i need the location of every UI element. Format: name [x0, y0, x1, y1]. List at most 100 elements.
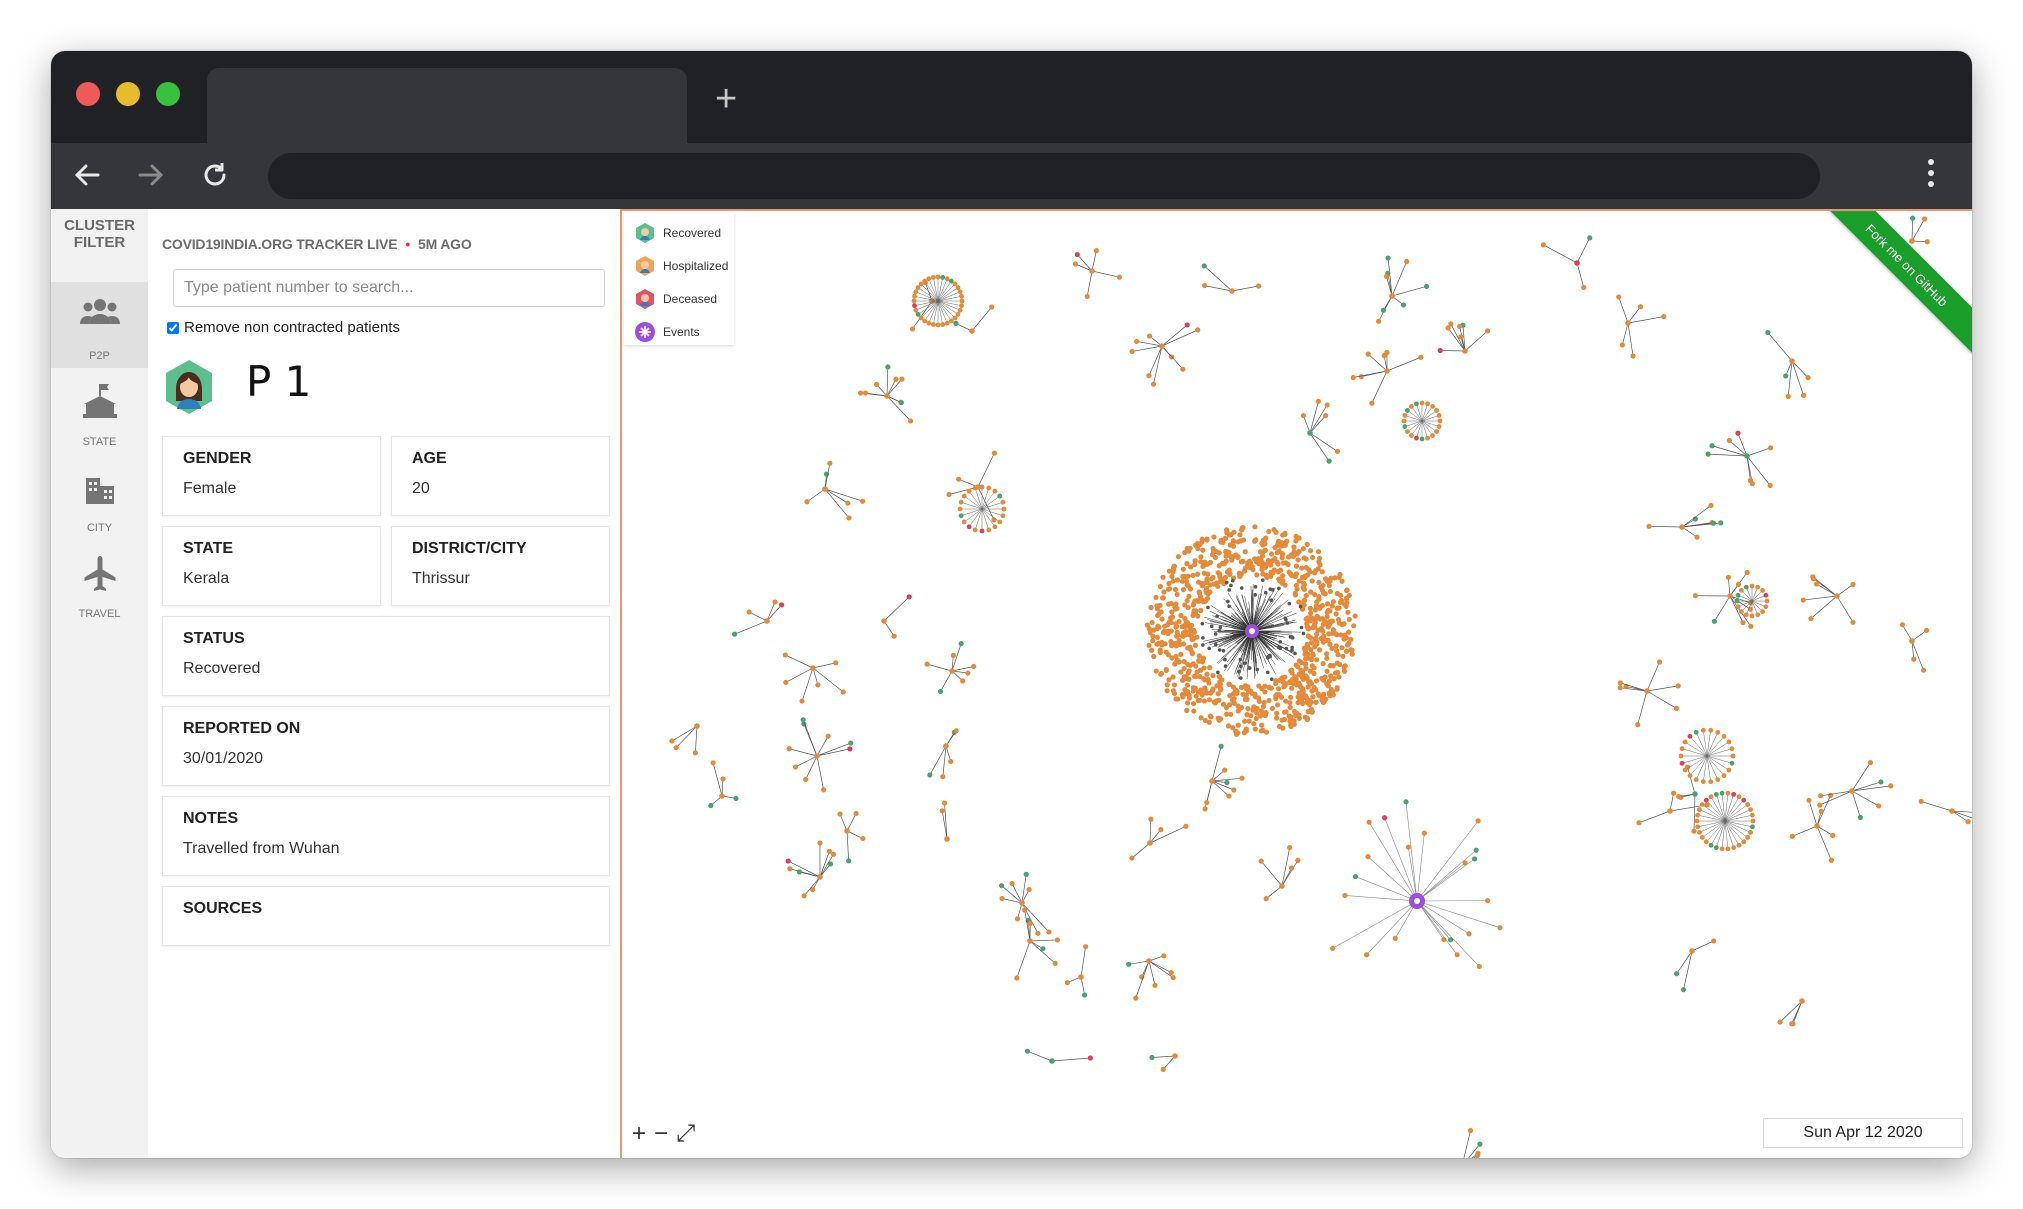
filter-state[interactable]: STATE	[51, 368, 148, 454]
graph-node	[1694, 818, 1700, 824]
graph-node	[1484, 898, 1491, 904]
age-value: 20	[412, 480, 430, 497]
remove-non-contracted-checkbox[interactable]: Remove non contracted patients	[167, 319, 400, 336]
graph-node	[1246, 718, 1252, 724]
zoom-in-button[interactable]: +	[632, 1120, 646, 1148]
graph-node	[1342, 892, 1348, 899]
active-tab[interactable]	[207, 68, 687, 143]
graph-node	[1052, 960, 1058, 967]
reload-button[interactable]	[195, 155, 235, 195]
source-label[interactable]: COVID19INDIA.ORG TRACKER LIVE	[162, 236, 398, 252]
graph-node	[1064, 979, 1071, 986]
graph-edge	[1148, 345, 1163, 376]
graph-node	[827, 460, 833, 466]
address-bar[interactable]	[268, 153, 1820, 199]
graph-node	[1699, 802, 1705, 807]
graph-edge	[1132, 345, 1163, 352]
network-graph-canvas[interactable]	[622, 211, 1972, 1158]
graph-edge	[1416, 833, 1425, 902]
graph-node	[1333, 611, 1339, 617]
maximize-window-button[interactable]	[156, 82, 180, 106]
new-tab-button[interactable]: +	[715, 79, 737, 119]
graph-node	[1789, 1021, 1795, 1027]
graph-node	[1748, 623, 1754, 629]
graph-node	[1763, 592, 1769, 598]
graph-edge	[1077, 254, 1093, 272]
graph-node	[909, 326, 916, 332]
graph-edge	[1816, 583, 1838, 597]
page-content: CLUSTER FILTER P2P STATE CITY TRAVEL COV…	[51, 209, 1972, 1158]
district-value: Thrissur	[412, 570, 470, 587]
graph-edge	[1681, 755, 1708, 764]
arrow-right-icon	[138, 164, 164, 186]
graph-node	[1162, 623, 1168, 629]
graph-node	[1180, 587, 1187, 593]
graph-node	[1082, 944, 1089, 950]
graph-node	[1458, 334, 1464, 340]
graph-node	[733, 795, 739, 801]
graph-node	[1276, 548, 1282, 554]
network-graph[interactable]: Recovered Hospitalized Deceased Events F…	[620, 209, 1972, 1158]
graph-edge	[1161, 345, 1184, 370]
graph-node	[1224, 779, 1230, 786]
graph-node	[1269, 677, 1274, 682]
graph-node	[957, 307, 963, 313]
sources-card: SOURCES	[162, 886, 610, 946]
graph-node	[1462, 348, 1468, 354]
graph-legend: Recovered Hospitalized Deceased Events	[624, 213, 734, 345]
deceased-patient-icon	[636, 289, 654, 309]
graph-node	[1319, 616, 1325, 622]
graph-node	[1726, 767, 1732, 773]
patient-search-input[interactable]	[173, 269, 605, 307]
graph-node	[943, 743, 949, 749]
filter-p2p[interactable]: P2P	[51, 282, 148, 368]
graph-node	[1402, 413, 1408, 418]
graph-edge	[1724, 809, 1751, 822]
graph-node	[1054, 937, 1060, 943]
graph-node	[1146, 958, 1152, 964]
graph-node	[772, 599, 778, 605]
graph-node	[1152, 982, 1158, 988]
graph-node	[1365, 854, 1371, 860]
graph-node	[1675, 793, 1682, 800]
graph-node	[1636, 820, 1642, 826]
browser-menu-button[interactable]	[1928, 159, 1934, 192]
graph-node	[913, 307, 919, 313]
patient-name: P 1	[246, 357, 312, 406]
graph-edge	[812, 662, 836, 669]
graph-node	[1154, 603, 1160, 609]
graph-node	[1335, 669, 1341, 676]
filter-checkbox[interactable]	[167, 321, 179, 334]
close-window-button[interactable]	[76, 82, 100, 106]
graph-edge	[1646, 685, 1679, 692]
graph-node	[1184, 561, 1190, 567]
graph-node	[1918, 798, 1924, 805]
graph-edge	[1386, 356, 1421, 372]
graph-node	[1299, 565, 1305, 571]
graph-node	[1744, 569, 1750, 576]
graph-node	[1274, 715, 1280, 721]
zoom-out-button[interactable]: −	[654, 1120, 668, 1148]
graph-node	[1436, 413, 1442, 418]
graph-node	[1806, 797, 1812, 803]
graph-node	[1186, 668, 1192, 674]
graph-node	[1678, 753, 1684, 759]
graph-node	[840, 689, 846, 695]
graph-edge	[1416, 900, 1458, 955]
graph-node	[1767, 445, 1774, 451]
graph-node	[1749, 583, 1755, 589]
graph-edge	[824, 488, 848, 504]
forward-button[interactable]	[131, 155, 171, 195]
graph-node	[1260, 578, 1265, 582]
graph-node	[1747, 477, 1754, 484]
graph-node	[810, 665, 816, 671]
graph-node	[1402, 424, 1408, 429]
filter-travel[interactable]: TRAVEL	[51, 540, 148, 626]
graph-node	[1289, 865, 1295, 871]
graph-node	[1675, 683, 1681, 689]
filter-city[interactable]: CITY	[51, 454, 148, 540]
graph-node	[997, 493, 1003, 499]
back-button[interactable]	[67, 155, 107, 195]
minimize-window-button[interactable]	[116, 82, 140, 106]
fit-view-button[interactable]: ⤢	[676, 1120, 695, 1148]
